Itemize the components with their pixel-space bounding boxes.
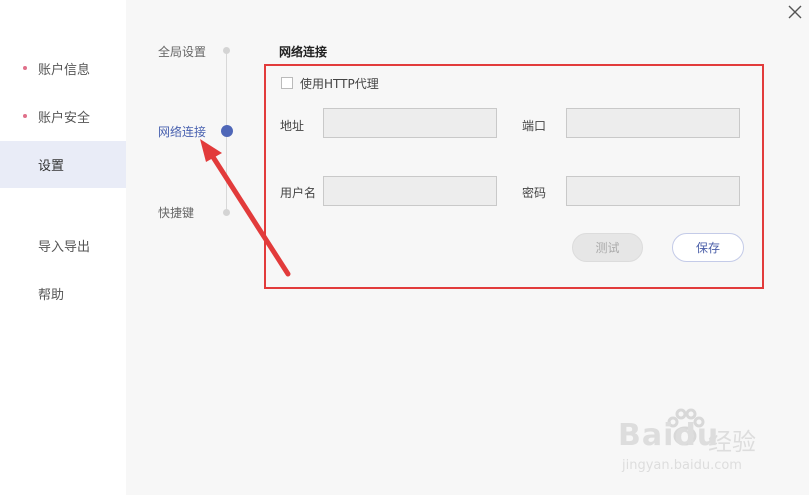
section-title: 网络连接 <box>279 45 328 59</box>
watermark-brand-suffix: 经验 <box>708 428 756 456</box>
watermark: Baidu 经验 jingyan.baidu.com <box>618 408 768 486</box>
username-label: 用户名 <box>280 186 317 200</box>
step-dot <box>223 209 230 216</box>
sidebar-item-label: 导入导出 <box>38 240 91 255</box>
sidebar-item-import-export[interactable]: 导入导出 <box>0 222 126 269</box>
sidebar-bullet <box>23 114 27 118</box>
sidebar: 账户信息 账户安全 设置 导入导出 帮助 <box>0 0 126 495</box>
watermark-brand: Baidu <box>618 418 720 453</box>
sidebar-item-label: 设置 <box>38 159 65 174</box>
password-label: 密码 <box>522 186 547 200</box>
proxy-checkbox-label: 使用HTTP代理 <box>300 77 379 91</box>
address-label: 地址 <box>280 119 305 133</box>
address-input[interactable] <box>323 108 497 138</box>
sidebar-item-label: 帮助 <box>38 288 65 303</box>
watermark-url: jingyan.baidu.com <box>622 458 742 473</box>
save-button[interactable]: 保存 <box>672 233 744 262</box>
sidebar-bullet <box>23 66 27 70</box>
sidebar-item-label: 账户信息 <box>38 63 91 78</box>
username-input[interactable] <box>323 176 497 206</box>
step-network-connection[interactable]: 网络连接 <box>158 123 206 140</box>
proxy-checkbox[interactable] <box>281 77 293 89</box>
port-input[interactable] <box>566 108 740 138</box>
step-dot <box>223 47 230 54</box>
sidebar-item-label: 账户安全 <box>38 111 91 126</box>
step-global-settings[interactable]: 全局设置 <box>158 43 206 60</box>
sidebar-item-help[interactable]: 帮助 <box>0 270 126 317</box>
step-dot-active <box>221 125 233 137</box>
password-input[interactable] <box>566 176 740 206</box>
test-button[interactable]: 测试 <box>572 233 643 262</box>
sidebar-item-account-info[interactable]: 账户信息 <box>0 45 126 92</box>
close-icon[interactable] <box>786 3 804 21</box>
sidebar-item-account-security[interactable]: 账户安全 <box>0 93 126 140</box>
step-shortcuts[interactable]: 快捷键 <box>158 204 194 221</box>
sidebar-item-settings[interactable]: 设置 <box>0 141 126 188</box>
port-label: 端口 <box>522 119 547 133</box>
